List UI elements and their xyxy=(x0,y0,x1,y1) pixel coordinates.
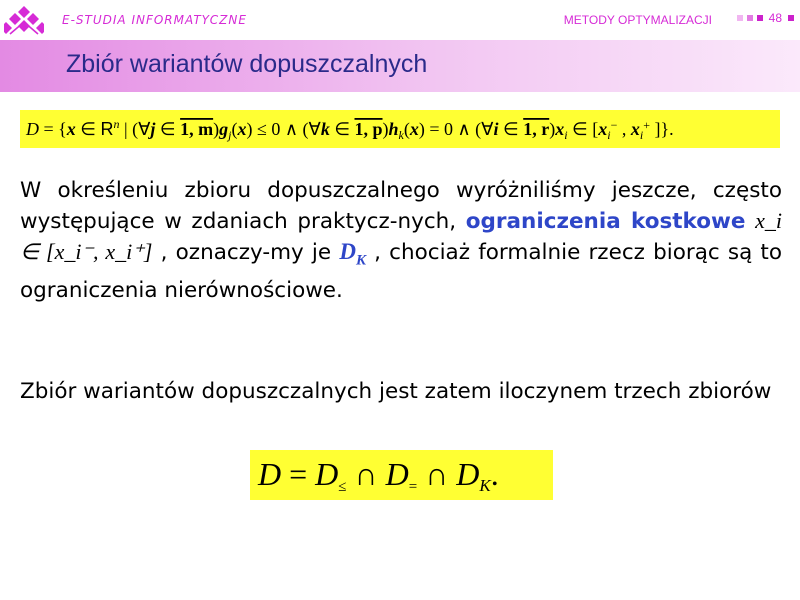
page-indicator: 48 xyxy=(736,11,794,25)
slide-title: Zbiór wariantów dopuszczalnych xyxy=(66,50,428,78)
page-dot xyxy=(788,15,794,21)
svg-text:D = {x ∈ Rn | (∀j ∈ 1, m)gj(x): D = {x ∈ Rn | (∀j ∈ 1, m)gj(x) ≤ 0 ∧ (∀k… xyxy=(25,117,674,142)
slide-header: E-STUDIA INFORMATYCZNE METODY OPTYMALIZA… xyxy=(0,0,800,40)
definition-formula: D = {x ∈ Rn | (∀j ∈ 1, m)gj(x) ≤ 0 ∧ (∀k… xyxy=(20,110,780,148)
paragraph-text: , oznaczy-my je xyxy=(160,240,332,265)
title-bar: Zbiór wariantów dopuszczalnych xyxy=(0,40,800,92)
page-dot xyxy=(756,15,763,21)
page-dot xyxy=(736,15,743,21)
paragraph-cube-constraints: W określeniu zbioru dopuszczalnego wyróż… xyxy=(20,176,782,306)
paragraph-intersection: Zbiór wariantów dopuszczalnych jest zate… xyxy=(20,379,772,404)
dk-symbol: DK xyxy=(339,239,366,269)
highlight-term: ograniczenia kostkowe xyxy=(465,209,746,234)
logo-icon xyxy=(4,6,44,35)
page-dot xyxy=(746,15,753,21)
definition-formula-svg: D = {x ∈ Rn | (∀j ∈ 1, m)gj(x) ≤ 0 ∧ (∀k… xyxy=(25,117,674,142)
course-name: METODY OPTYMALIZACJI xyxy=(563,13,712,27)
result-formula: D = D≤ ∩ D= ∩ DK. xyxy=(250,450,553,500)
svg-text:D = D≤ ∩ D= ∩ DK.: D = D≤ ∩ D= ∩ DK. xyxy=(257,456,499,495)
result-formula-svg: D = D≤ ∩ D= ∩ DK. xyxy=(257,456,499,495)
page-number: 48 xyxy=(768,11,782,25)
brand-name: E-STUDIA INFORMATYCZNE xyxy=(62,13,247,27)
